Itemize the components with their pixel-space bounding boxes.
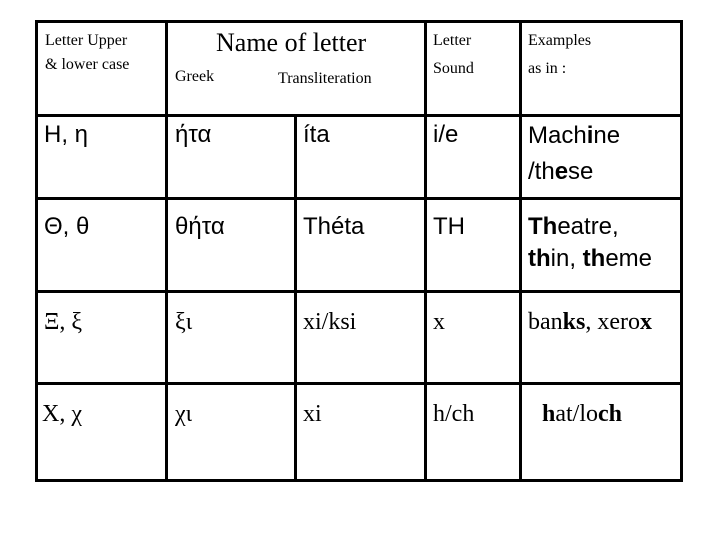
example-text: ne bbox=[593, 122, 621, 149]
row3-letter: Ξ, ξ bbox=[44, 309, 83, 335]
row3-greek-name: ξι bbox=[175, 309, 193, 335]
example-text: ban bbox=[528, 309, 563, 335]
example-text: , xero bbox=[585, 309, 640, 335]
example-text: se bbox=[568, 158, 594, 185]
row2-letter: Θ, θ bbox=[44, 213, 90, 240]
header-letter-sound: Letter Sound bbox=[433, 29, 474, 81]
example-text: eme bbox=[605, 245, 653, 272]
row1-sound: i/e bbox=[433, 121, 459, 148]
row1-example: Machine /these bbox=[528, 118, 620, 190]
header-letter-sound-line1: Letter bbox=[433, 32, 472, 49]
example-emphasis: Th bbox=[528, 213, 558, 240]
row4-greek-name: χι bbox=[175, 401, 193, 427]
column-divider bbox=[424, 23, 427, 479]
header-examples-line1: Examples bbox=[528, 32, 592, 49]
row3-sound: x bbox=[433, 309, 445, 335]
header-examples-line2: as in : bbox=[528, 60, 567, 77]
header-letter-case-line2: & lower case bbox=[45, 56, 130, 73]
example-emphasis: th bbox=[582, 245, 606, 272]
example-text: in, bbox=[550, 245, 583, 272]
row1-example-line2: /these bbox=[528, 154, 620, 190]
row1-letter: Η, η bbox=[44, 121, 89, 148]
row4-transliteration: xi bbox=[303, 401, 322, 427]
row3-transliteration: xi/ksi bbox=[303, 309, 357, 335]
header-transliteration: Transliteration bbox=[278, 70, 372, 87]
row-divider bbox=[38, 290, 680, 293]
example-text: /th bbox=[528, 158, 555, 185]
row2-greek-name: θήτα bbox=[175, 213, 225, 240]
header-letter-case: Letter Upper & lower case bbox=[45, 29, 129, 77]
column-divider bbox=[519, 23, 522, 479]
row4-letter: Χ, χ bbox=[42, 401, 82, 427]
example-emphasis: e bbox=[554, 158, 569, 185]
row4-example: hat/loch bbox=[542, 399, 622, 429]
example-text: Mach bbox=[528, 122, 587, 149]
example-text: at/lo bbox=[555, 401, 599, 427]
header-name-of-letter: Name of letter bbox=[216, 28, 367, 57]
row2-example-line2: thin, theme bbox=[528, 243, 652, 275]
example-emphasis: ks bbox=[562, 309, 586, 335]
example-emphasis: h bbox=[542, 401, 556, 427]
row4-example-line1: hat/loch bbox=[542, 399, 622, 429]
row3-example-line1: banks, xerox bbox=[528, 307, 652, 337]
header-examples: Examples as in : bbox=[528, 29, 591, 81]
row-divider bbox=[38, 114, 680, 117]
row4-sound: h/ch bbox=[433, 401, 475, 427]
row3-example: banks, xerox bbox=[528, 307, 652, 337]
header-greek: Greek bbox=[175, 68, 215, 85]
row-divider bbox=[38, 382, 680, 385]
example-emphasis: th bbox=[528, 245, 551, 272]
row2-example: Theatre, thin, theme bbox=[528, 211, 652, 275]
row2-sound: TH bbox=[433, 213, 465, 240]
example-emphasis: ch bbox=[598, 401, 623, 427]
column-divider bbox=[294, 117, 297, 479]
row1-example-line1: Machine bbox=[528, 118, 620, 154]
example-text: eatre, bbox=[557, 213, 619, 240]
row2-transliteration: Théta bbox=[303, 213, 365, 240]
example-emphasis: x bbox=[640, 309, 652, 335]
column-divider bbox=[165, 23, 168, 479]
header-letter-case-line1: Letter Upper bbox=[45, 32, 128, 49]
greek-letters-table: Letter Upper & lower case Name of letter… bbox=[35, 20, 683, 482]
row-divider bbox=[38, 197, 680, 200]
row1-transliteration: íta bbox=[303, 121, 330, 148]
header-letter-sound-line2: Sound bbox=[433, 60, 474, 77]
row2-example-line1: Theatre, bbox=[528, 211, 652, 243]
row1-greek-name: ήτα bbox=[175, 121, 212, 148]
